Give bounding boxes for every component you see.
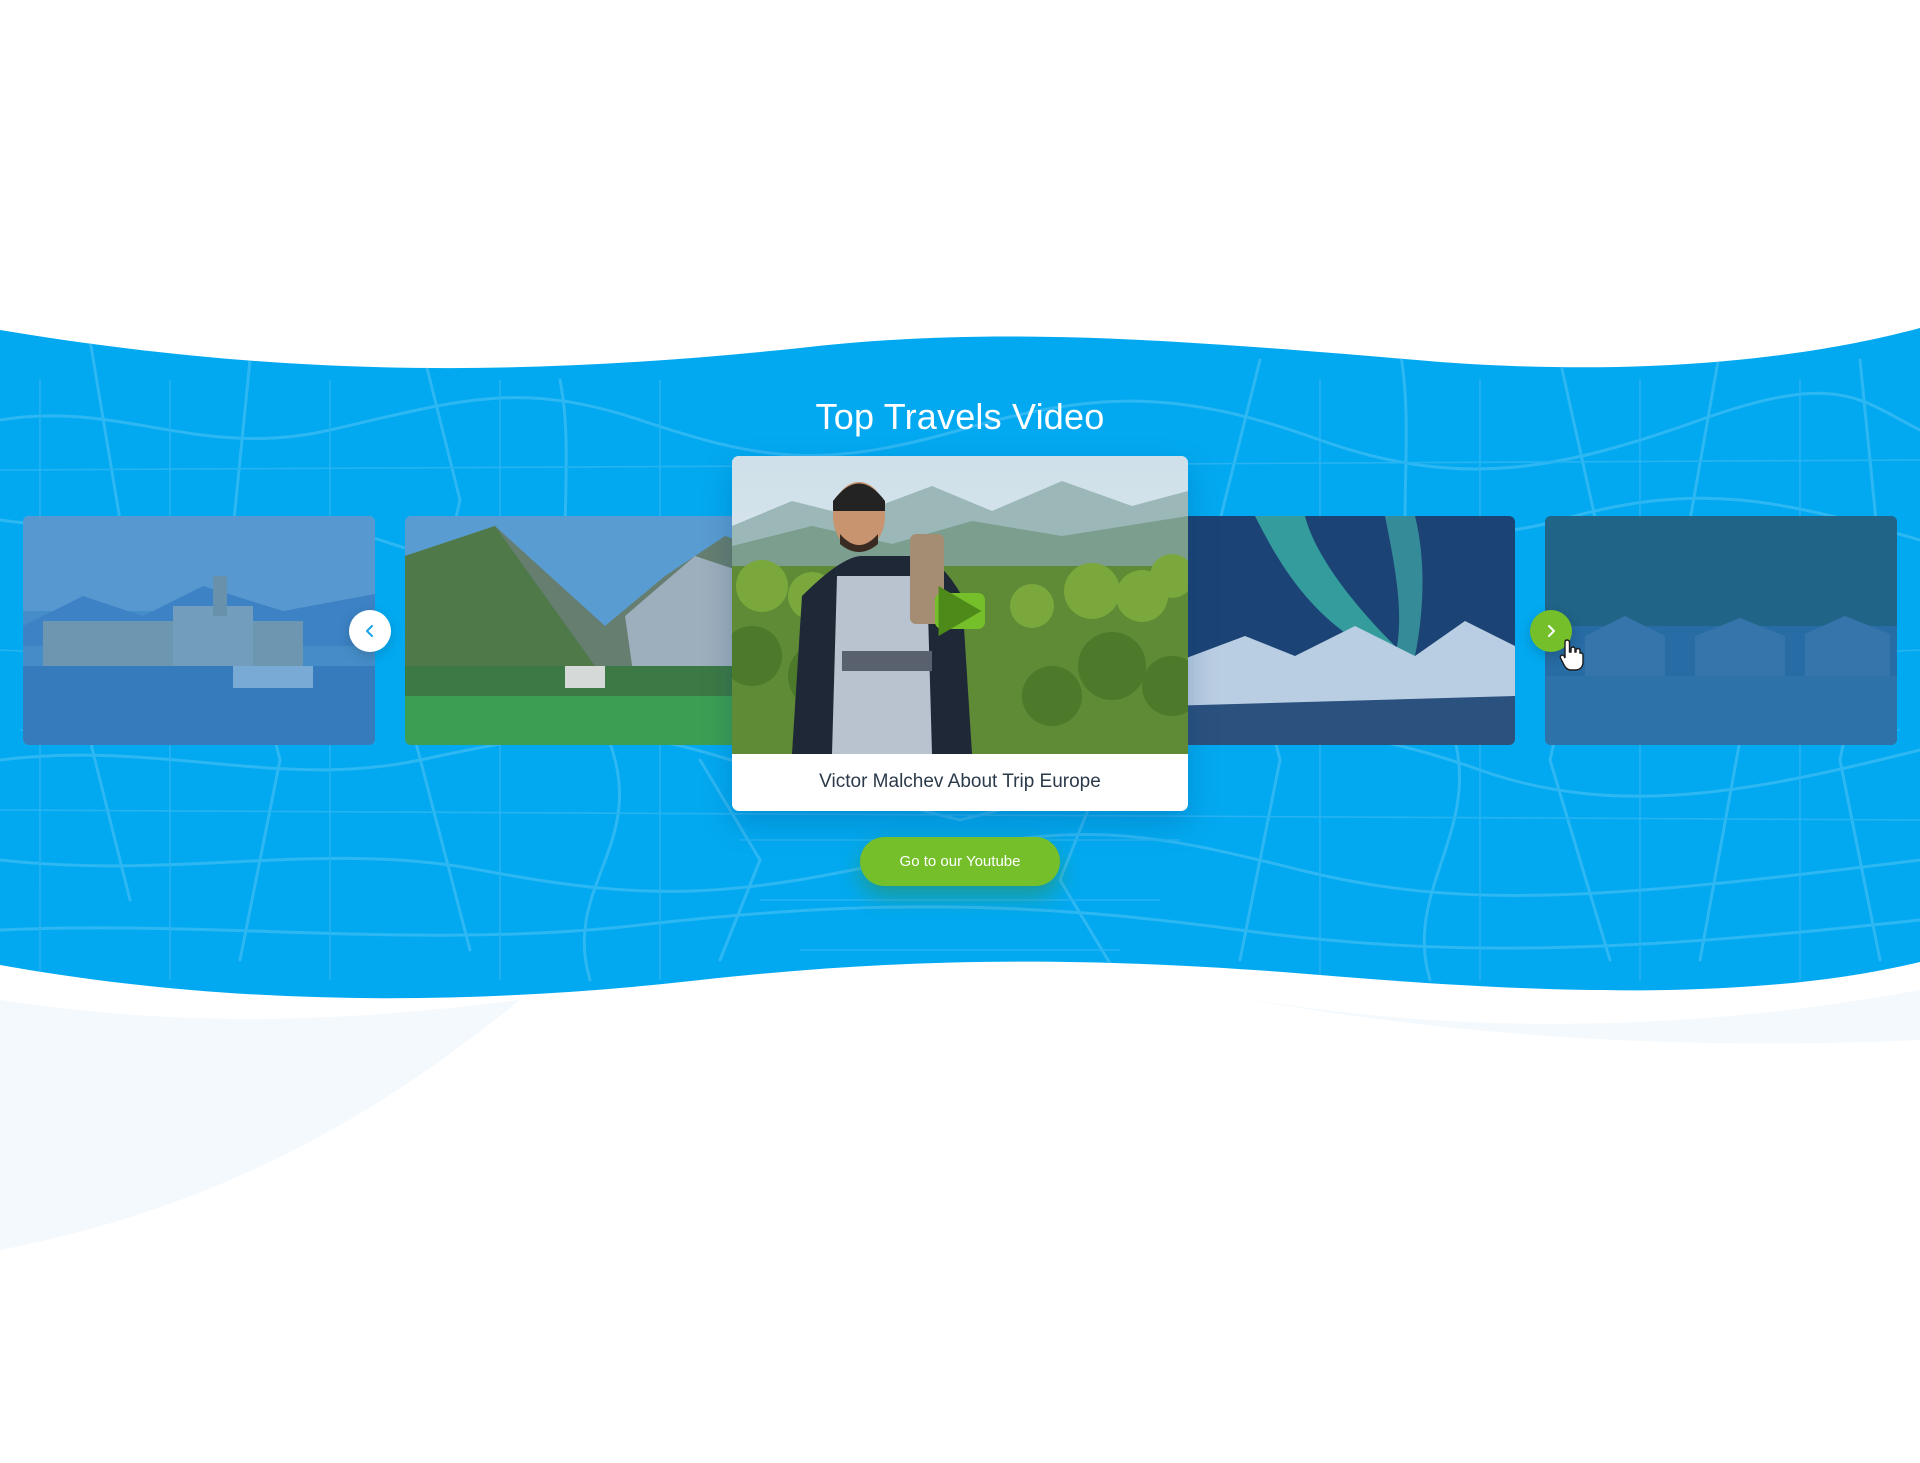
carousel-slide[interactable] — [23, 516, 375, 745]
carousel-slide[interactable] — [1545, 516, 1897, 745]
carousel-prev-button[interactable] — [349, 610, 391, 652]
featured-video-card[interactable]: Victor Malchev About Trip Europe — [732, 456, 1188, 811]
featured-thumbnail[interactable] — [732, 456, 1188, 754]
play-icon — [938, 586, 982, 636]
chevron-left-icon — [366, 625, 373, 637]
hand-cursor-icon — [1559, 639, 1584, 671]
carousel-slide[interactable] — [1165, 516, 1515, 745]
video-caption[interactable]: Victor Malchev About Trip Europe — [732, 754, 1188, 811]
chevron-right-icon — [1548, 625, 1555, 637]
youtube-button[interactable]: Go to our Youtube — [860, 837, 1060, 886]
section-title: Top Travels Video — [815, 396, 1105, 437]
carousel-slide[interactable] — [405, 516, 755, 745]
page: Top Travels Video Victor Malchev About T… — [0, 0, 1920, 1463]
play-button[interactable] — [935, 586, 985, 636]
